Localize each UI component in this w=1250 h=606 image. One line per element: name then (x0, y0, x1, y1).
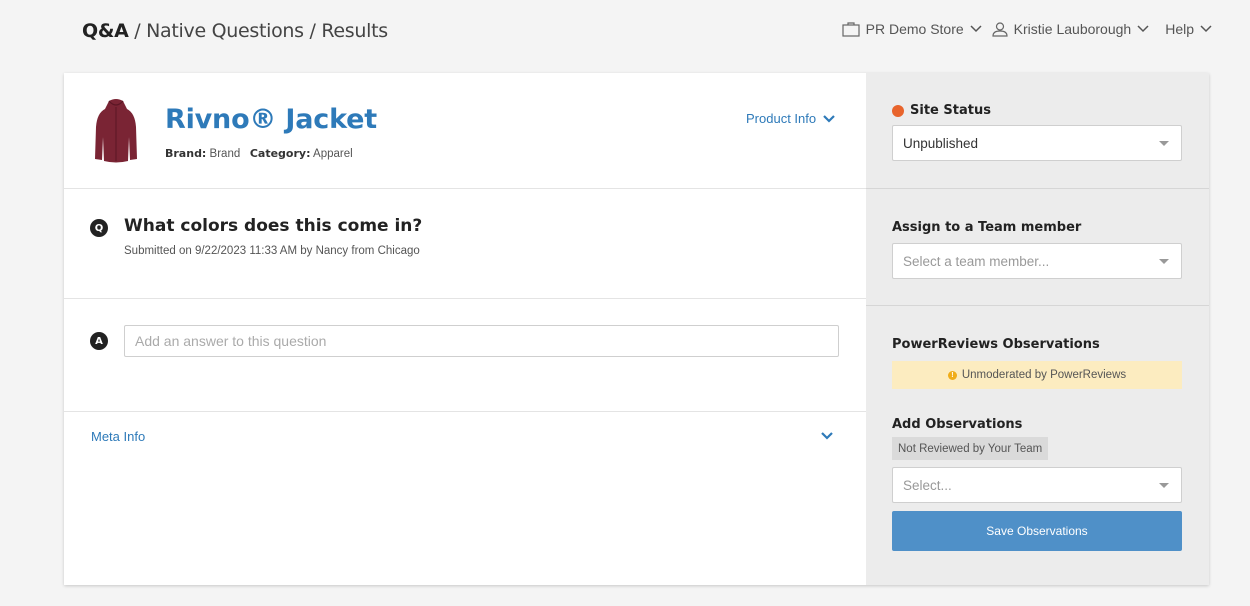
chevron-down-icon (823, 114, 835, 123)
site-status-block: Site Status Unpublished (866, 73, 1209, 189)
product-info-toggle[interactable]: Product Info (746, 111, 835, 126)
brand-label: Brand: (165, 147, 207, 160)
observations-label: PowerReviews Observations (892, 337, 1100, 352)
user-icon (992, 21, 1008, 37)
product-meta: Brand: Brand Category: Apparel (165, 147, 353, 160)
question-text: What colors does this come in? (124, 216, 423, 236)
chevron-down-icon[interactable] (821, 432, 833, 440)
category-value: Apparel (313, 148, 353, 160)
team-member-select[interactable]: Select a team member... (892, 243, 1182, 279)
answer-badge: A (90, 332, 108, 350)
site-status-label: Site Status (892, 103, 991, 118)
warning-text: Unmoderated by PowerReviews (961, 369, 1127, 381)
breadcrumb-level2[interactable]: Native Questions (146, 20, 304, 42)
meta-info-section: Meta Info (64, 412, 866, 585)
answer-input[interactable] (124, 325, 839, 357)
breadcrumb: Q&A / Native Questions / Results (82, 20, 388, 42)
caret-down-icon (1159, 259, 1169, 264)
answer-section: A (64, 299, 866, 412)
observations-block: PowerReviews Observations ! Unmoderated … (866, 306, 1209, 585)
store-name: PR Demo Store (865, 21, 964, 37)
breadcrumb-sep: / (303, 20, 322, 42)
question-submitted-info: Submitted on 9/22/2023 11:33 AM by Nancy… (124, 245, 420, 257)
product-info-label: Product Info (746, 111, 817, 126)
user-name: Kristie Lauborough (1013, 21, 1132, 37)
observations-placeholder: Select... (903, 477, 952, 493)
breadcrumb-root[interactable]: Q&A (82, 20, 129, 42)
help-menu[interactable]: Help (1159, 21, 1212, 37)
warning-icon: ! (947, 370, 957, 380)
chevron-down-icon (970, 25, 982, 33)
site-status-select[interactable]: Unpublished (892, 125, 1182, 161)
top-nav: PR Demo Store Kristie Lauborough Help (832, 21, 1212, 37)
category-label: Category: (249, 147, 311, 160)
brand-value: Brand (209, 148, 241, 160)
store-selector[interactable]: PR Demo Store (842, 21, 982, 37)
product-title[interactable]: Rivno® Jacket (165, 104, 377, 135)
question-main-panel: Rivno® Jacket Brand: Brand Category: App… (64, 73, 866, 585)
question-card: Rivno® Jacket Brand: Brand Category: App… (64, 73, 1209, 585)
assign-label: Assign to a Team member (892, 220, 1082, 235)
chevron-down-icon (1200, 25, 1212, 33)
moderation-sidebar: Site Status Unpublished Assign to a Team… (866, 73, 1209, 585)
team-member-placeholder: Select a team member... (903, 253, 1050, 269)
meta-info-toggle[interactable]: Meta Info (91, 429, 145, 444)
briefcase-icon (842, 21, 860, 37)
review-status-tag: Not Reviewed by Your Team (892, 437, 1049, 460)
site-status-value: Unpublished (903, 135, 979, 151)
observations-select[interactable]: Select... (892, 467, 1182, 503)
save-observations-button[interactable]: Save Observations (892, 511, 1182, 551)
product-section: Rivno® Jacket Brand: Brand Category: App… (64, 73, 866, 189)
add-observations-label: Add Observations (892, 417, 1023, 432)
product-thumbnail[interactable] (94, 97, 138, 165)
help-label: Help (1165, 21, 1194, 37)
breadcrumb-current: Results (321, 20, 388, 42)
question-section: Q What colors does this come in? Submitt… (64, 189, 866, 299)
status-dot-icon (892, 104, 904, 117)
question-badge: Q (90, 219, 108, 237)
caret-down-icon (1159, 483, 1169, 488)
breadcrumb-sep: / (128, 20, 147, 42)
caret-down-icon (1159, 141, 1169, 146)
chevron-down-icon (1137, 25, 1149, 33)
assign-block: Assign to a Team member Select a team me… (866, 189, 1209, 306)
unmoderated-warning: ! Unmoderated by PowerReviews (892, 361, 1182, 389)
site-status-label-text: Site Status (910, 103, 991, 118)
user-menu[interactable]: Kristie Lauborough (992, 21, 1150, 37)
